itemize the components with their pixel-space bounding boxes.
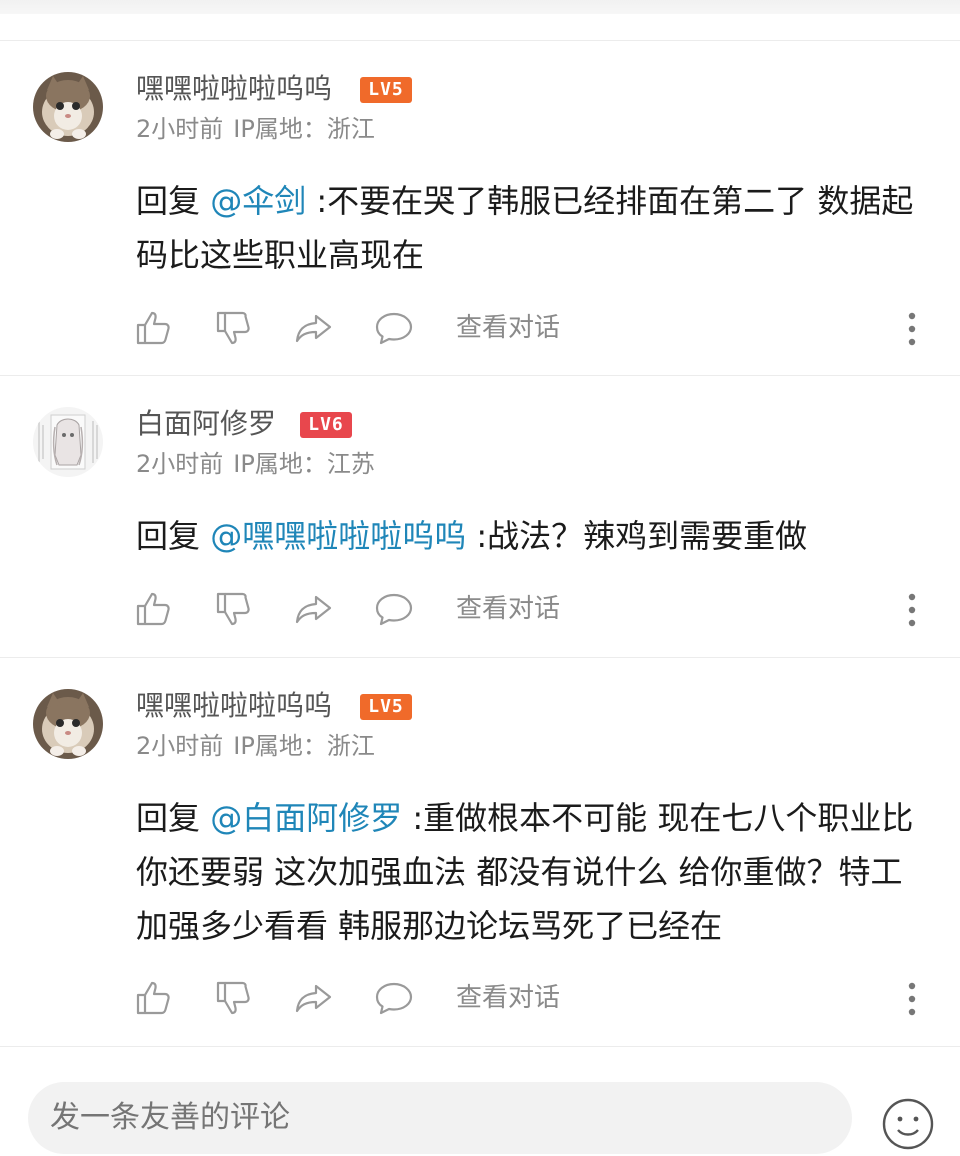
level-badge: LV5 xyxy=(360,77,412,103)
view-conversation-link[interactable]: 查看对话 xyxy=(456,591,560,627)
comment-meta: 2小时前 IP属地：浙江 xyxy=(136,113,385,145)
cat-avatar[interactable] xyxy=(33,689,103,759)
anime-girl-avatar[interactable] xyxy=(33,407,103,477)
comment-actions: 查看对话 xyxy=(0,974,960,1024)
more-options-icon[interactable] xyxy=(898,306,926,352)
comment-text: 回复 @白面阿修罗 :重做根本不可能 现在七八个职业比你还要弱 这次加强血法 都… xyxy=(136,791,926,953)
comment-meta: 2小时前 IP属地：江苏 xyxy=(136,448,385,480)
comment-input[interactable] xyxy=(28,1082,852,1154)
more-options-icon[interactable] xyxy=(898,587,926,633)
cat-avatar[interactable] xyxy=(33,72,103,142)
comment-list: 嘿嘿啦啦啦呜呜 LV5 2小时前 IP属地：浙江 回复 @伞剑 :不要在哭了韩服已… xyxy=(0,40,960,1047)
username[interactable]: 嘿嘿啦啦啦呜呜 xyxy=(136,71,332,107)
level-badge: LV5 xyxy=(360,694,412,720)
comment-text: 回复 @嘿嘿啦啦啦呜呜 :战法？辣鸡到需要重做 xyxy=(136,509,926,563)
view-conversation-link[interactable]: 查看对话 xyxy=(456,310,560,346)
like-icon[interactable] xyxy=(134,978,174,1018)
timestamp: 2小时前 xyxy=(136,732,224,760)
reply-icon[interactable] xyxy=(374,308,414,348)
comment-actions: 查看对话 xyxy=(0,585,960,635)
view-conversation-link[interactable]: 查看对话 xyxy=(456,980,560,1016)
ip-location: IP属地：浙江 xyxy=(233,115,375,143)
emoji-icon[interactable] xyxy=(880,1096,936,1152)
top-strip xyxy=(0,0,960,14)
share-icon[interactable] xyxy=(294,589,334,629)
share-icon[interactable] xyxy=(294,308,334,348)
timestamp: 2小时前 xyxy=(136,450,224,478)
username[interactable]: 嘿嘿啦啦啦呜呜 xyxy=(136,688,332,724)
level-badge: LV6 xyxy=(300,412,352,438)
dislike-icon[interactable] xyxy=(214,308,254,348)
comment-body: :战法？辣鸡到需要重做 xyxy=(466,517,808,555)
reply-icon[interactable] xyxy=(374,589,414,629)
share-icon[interactable] xyxy=(294,978,334,1018)
reply-prefix: 回复 xyxy=(136,799,211,837)
ip-location: IP属地：江苏 xyxy=(233,450,375,478)
mention-link[interactable]: @伞剑 xyxy=(210,182,306,220)
ip-location: IP属地：浙江 xyxy=(233,732,375,760)
comment-item: 白面阿修罗 LV6 2小时前 IP属地：江苏 回复 @嘿嘿啦啦啦呜呜 :战法？辣鸡… xyxy=(0,376,960,658)
reply-prefix: 回复 xyxy=(136,182,211,220)
reply-icon[interactable] xyxy=(374,978,414,1018)
comment-item: 嘿嘿啦啦啦呜呜 LV5 2小时前 IP属地：浙江 回复 @伞剑 :不要在哭了韩服已… xyxy=(0,41,960,376)
timestamp: 2小时前 xyxy=(136,115,224,143)
dislike-icon[interactable] xyxy=(214,978,254,1018)
mention-link[interactable]: @白面阿修罗 xyxy=(210,799,402,837)
username[interactable]: 白面阿修罗 xyxy=(136,406,276,442)
comment-text: 回复 @伞剑 :不要在哭了韩服已经排面在第二了 数据起码比这些职业高现在 xyxy=(136,174,926,282)
reply-prefix: 回复 xyxy=(136,517,211,555)
mention-link[interactable]: @嘿嘿啦啦啦呜呜 xyxy=(210,517,466,555)
dislike-icon[interactable] xyxy=(214,589,254,629)
comment-actions: 查看对话 xyxy=(0,304,960,354)
like-icon[interactable] xyxy=(134,308,174,348)
more-options-icon[interactable] xyxy=(898,976,926,1022)
comment-item: 嘿嘿啦啦啦呜呜 LV5 2小时前 IP属地：浙江 回复 @白面阿修罗 :重做根本不… xyxy=(0,658,960,1047)
comment-meta: 2小时前 IP属地：浙江 xyxy=(136,730,385,762)
comment-compose-bar xyxy=(0,1066,960,1154)
like-icon[interactable] xyxy=(134,589,174,629)
